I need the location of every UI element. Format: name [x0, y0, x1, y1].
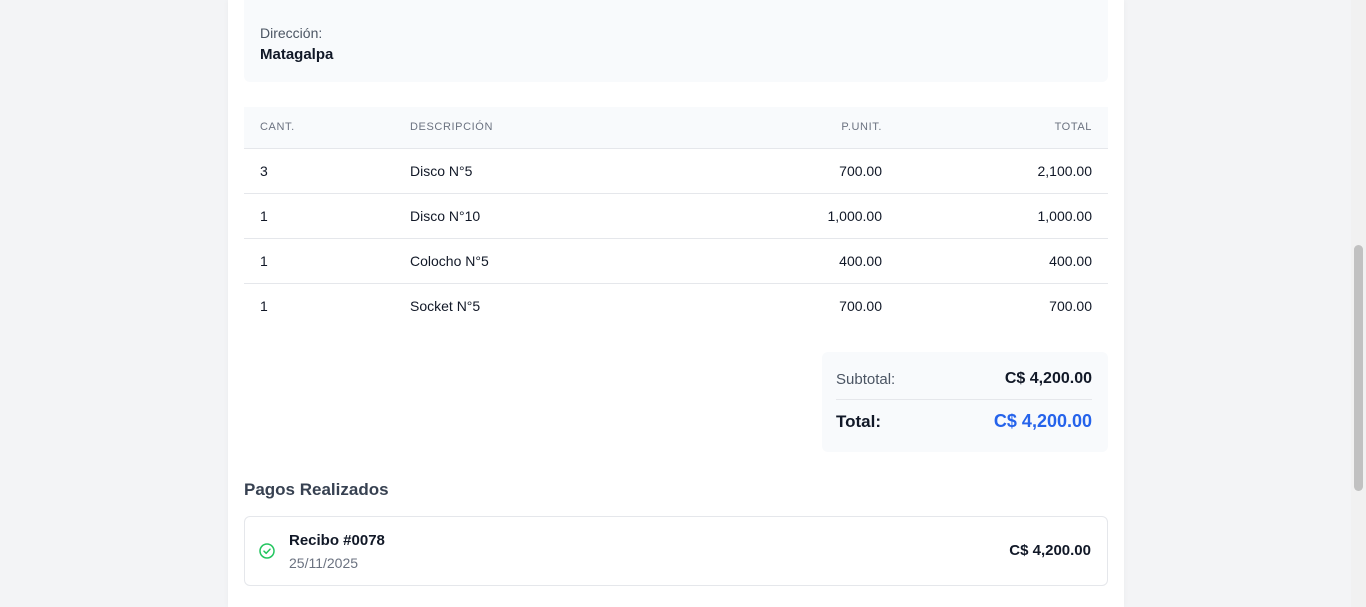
subtotal-value: C$ 4,200.00: [1004, 370, 1092, 387]
totals-box: Subtotal: C$ 4,200.00 Total: C$ 4,200.00: [822, 352, 1108, 452]
table-row: 1 Socket N°5 700.00 700.00: [244, 283, 1108, 328]
cell-total: 700.00: [1049, 297, 1092, 314]
address-section: Dirección: Matagalpa: [244, 0, 1108, 82]
cell-qty: 1: [260, 297, 268, 314]
cell-qty: 1: [244, 193, 410, 239]
table-row: 1 Disco N°10 1,000.00 1,000.00: [244, 193, 1108, 239]
cell-total: 400.00: [882, 238, 1108, 284]
invoice-card: Dirección: Matagalpa CANT. DESCRIPCIÓN P…: [228, 0, 1124, 607]
header-qty: CANT.: [244, 107, 410, 149]
table-header-row: CANT. DESCRIPCIÓN P.UNIT. TOTAL: [244, 107, 1108, 149]
cell-total: 1,000.00: [882, 193, 1108, 239]
cell-qty: 1: [244, 238, 410, 284]
address-value: Matagalpa: [260, 46, 334, 63]
total-label: Total:: [836, 412, 882, 431]
header-unit-price: P.UNIT.: [710, 107, 882, 149]
cell-unit-price: 700.00: [710, 148, 882, 194]
cell-description: Disco N°10: [410, 193, 710, 239]
table-row: 1 Colocho N°5 400.00 400.00: [244, 238, 1108, 284]
total-value: C$ 4,200.00: [993, 411, 1092, 431]
cell-unit-price: 1,000.00: [710, 193, 882, 239]
cell-qty: 3: [244, 148, 410, 194]
totals-divider: [836, 399, 1092, 400]
cell-description: Socket N°5: [410, 297, 481, 314]
vertical-scrollbar[interactable]: [1351, 0, 1366, 607]
scrollbar-thumb[interactable]: [1354, 245, 1363, 491]
receipt-date: 25/11/2025: [289, 555, 359, 571]
payments-title: Pagos Realizados: [244, 480, 389, 499]
table-row: 3 Disco N°5 700.00 2,100.00: [244, 148, 1108, 194]
header-description: DESCRIPCIÓN: [410, 107, 710, 149]
cell-description: Disco N°5: [410, 148, 710, 194]
address-label: Dirección:: [260, 25, 323, 41]
cell-unit-price: 700.00: [839, 297, 882, 314]
check-circle-icon: [259, 543, 275, 559]
receipt-amount: C$ 4,200.00: [1009, 542, 1091, 559]
cell-unit-price: 400.00: [710, 238, 882, 284]
cell-description: Colocho N°5: [410, 238, 710, 284]
payment-item[interactable]: Recibo #0078 25/11/2025 C$ 4,200.00: [244, 516, 1108, 586]
subtotal-label: Subtotal:: [836, 371, 896, 388]
header-total: TOTAL: [882, 107, 1108, 149]
receipt-number: Recibo #0078: [289, 532, 385, 549]
items-table: CANT. DESCRIPCIÓN P.UNIT. TOTAL 3 Disco …: [244, 107, 1108, 328]
cell-total: 2,100.00: [882, 148, 1108, 194]
